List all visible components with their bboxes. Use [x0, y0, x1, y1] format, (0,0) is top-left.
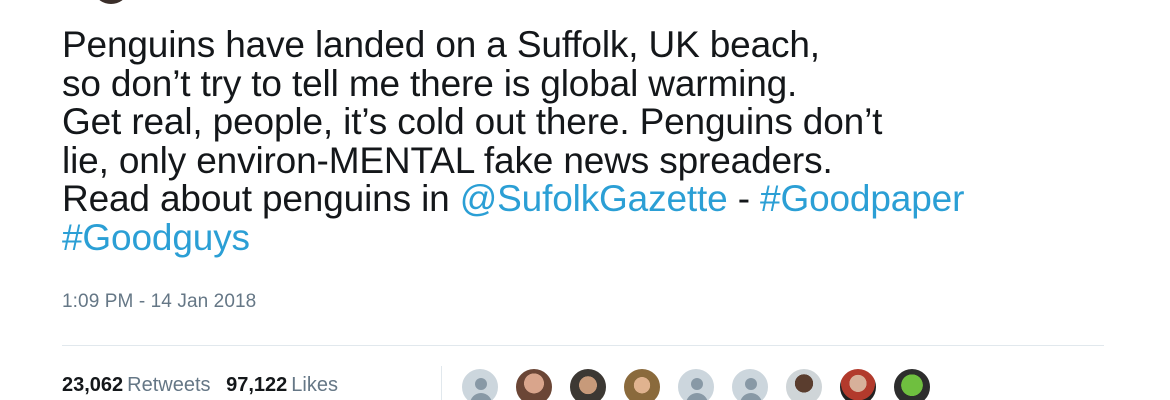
tweet-timestamp[interactable]: 1:09 PM - 14 Jan 2018 — [62, 291, 256, 313]
liker-avatar[interactable] — [622, 367, 662, 400]
divider — [62, 345, 1104, 346]
hashtag-link[interactable]: #Goodpaper — [760, 178, 964, 219]
tweet-text-segment: lie, only environ-MENTAL fake news sprea… — [62, 139, 833, 181]
stats-separator — [441, 366, 442, 400]
tweet-text-line: #Goodguys — [62, 217, 1167, 258]
tweet-card: Penguins have landed on a Suffolk, UK be… — [0, 0, 1170, 400]
retweets-count-link[interactable]: 23,062 Retweets — [62, 374, 211, 397]
liker-avatar[interactable] — [838, 367, 878, 400]
liker-avatar[interactable] — [784, 367, 824, 400]
tweet-text-line: lie, only environ-MENTAL fake news sprea… — [62, 139, 1167, 181]
default-avatar-icon[interactable] — [730, 367, 770, 400]
default-avatar-icon[interactable] — [676, 367, 716, 400]
likes-count-link[interactable]: 97,122 Likes — [226, 374, 338, 397]
tweet-text-segment: so don’t try to tell me there is global … — [62, 62, 798, 104]
default-avatar-icon[interactable] — [460, 367, 500, 400]
tweet-text-segment: - — [727, 178, 761, 219]
tweet-text: Penguins have landed on a Suffolk, UK be… — [62, 24, 1167, 258]
tweet-text-line: Penguins have landed on a Suffolk, UK be… — [62, 24, 1167, 65]
tweet-text-segment: Read about penguins in — [62, 178, 460, 219]
author-avatar[interactable] — [96, 0, 126, 4]
tweet-text-line: so don’t try to tell me there is global … — [62, 62, 1167, 104]
liker-avatar[interactable] — [514, 367, 554, 400]
liker-avatar[interactable] — [892, 367, 932, 400]
mention-link[interactable]: @SufolkGazette — [460, 178, 728, 219]
tweet-text-segment: Penguins have landed on a Suffolk, UK be… — [62, 24, 820, 65]
likes-label: Likes — [291, 374, 338, 396]
tweet-text-segment: Get real, people, it’s cold out there. P… — [62, 101, 883, 142]
tweet-stats: 23,062 Retweets 97,122 Likes — [62, 374, 348, 397]
tweet-text-line: Get real, people, it’s cold out there. P… — [62, 101, 1167, 142]
liker-avatar[interactable] — [568, 367, 608, 400]
tweet-text-line: Read about penguins in @SufolkGazette - … — [62, 178, 1167, 219]
retweets-count: 23,062 — [62, 374, 124, 396]
hashtag-link[interactable]: #Goodguys — [62, 217, 250, 258]
retweets-label: Retweets — [127, 374, 211, 396]
likes-count: 97,122 — [226, 374, 288, 396]
